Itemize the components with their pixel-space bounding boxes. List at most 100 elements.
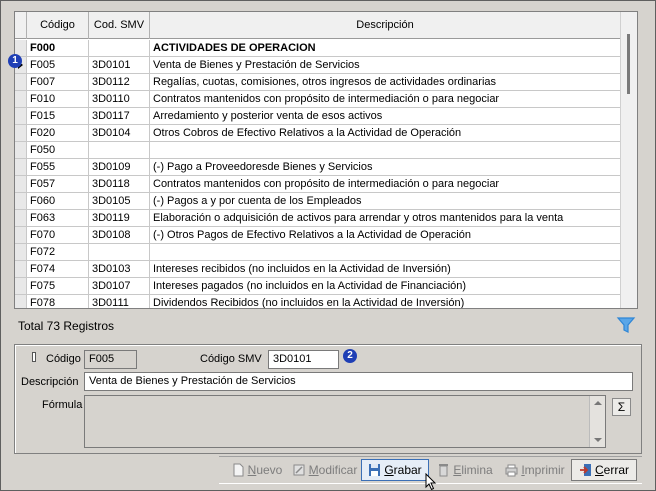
table-row[interactable]: F010 3D0110 Contratos mantenidos con propó… (15, 91, 621, 108)
filter-icon[interactable] (616, 316, 636, 334)
cell-codigo: F005 (27, 57, 89, 73)
cell-codigo: F060 (27, 193, 89, 209)
cell-codigo: F007 (27, 74, 89, 90)
nuevo-button[interactable]: Nuevo (227, 459, 287, 481)
grid-scrollbar[interactable] (620, 12, 637, 308)
cell-codigo: F078 (27, 295, 89, 308)
row-indicator (15, 193, 27, 209)
cell-cod-smv: 3D0109 (89, 159, 150, 175)
table-row[interactable]: F005 3D0101 Venta de Bienes y Prestación d… (15, 57, 621, 74)
cell-descripcion: (-) Otros Pagos de Efectivo Relativos a … (150, 227, 621, 243)
cell-descripcion: Intereses pagados (no incluidos en la Ac… (150, 278, 621, 294)
row-indicator (15, 278, 27, 294)
scroll-up-icon[interactable] (594, 401, 602, 405)
row-indicator (15, 244, 27, 260)
cell-descripcion: Intereses recibidos (no incluidos en la … (150, 261, 621, 277)
edit-icon (293, 464, 305, 476)
cell-cod-smv: 3D0112 (89, 74, 150, 90)
cell-descripcion: Regalías, cuotas, comisiones, otros ingr… (150, 74, 621, 90)
row-indicator (15, 125, 27, 141)
grid-body: F000 ACTIVIDADES DE OPERACION F005 3D0101 Ve… (15, 40, 621, 308)
cell-codigo: F063 (27, 210, 89, 226)
column-header-descripcion[interactable]: Descripción (150, 12, 621, 39)
grid-header: Código Cod. SMV Descripción (15, 12, 621, 39)
cell-cod-smv (89, 142, 150, 158)
table-row[interactable]: F055 3D0109 (-) Pago a Proveedoresde Biene… (15, 159, 621, 176)
modificar-button[interactable]: Modificar (291, 459, 359, 481)
cell-codigo: F020 (27, 125, 89, 141)
table-row[interactable]: F063 3D0119 Elaboración o adquisición de a… (15, 210, 621, 227)
grid-scroll-thumb[interactable] (627, 34, 630, 94)
cell-cod-smv (89, 244, 150, 260)
cell-codigo: F070 (27, 227, 89, 243)
cell-descripcion (150, 244, 621, 260)
cell-descripcion: Venta de Bienes y Prestación de Servicio… (150, 57, 621, 73)
row-indicator (15, 295, 27, 308)
table-row[interactable]: F078 3D0111 Dividendos Recibidos (no inclu… (15, 295, 621, 308)
table-row[interactable]: F020 3D0104 Otros Cobros de Efectivo Relat… (15, 125, 621, 142)
step-badge-2: 2 (343, 349, 357, 363)
scroll-down-icon[interactable] (594, 438, 602, 442)
row-indicator (15, 210, 27, 226)
descripcion-field[interactable]: Venta de Bienes y Prestación de Servicio… (84, 372, 633, 391)
column-header-codigo[interactable]: Código (27, 12, 89, 39)
table-row[interactable]: F057 3D0118 Contratos mantenidos con propó… (15, 176, 621, 193)
cell-codigo: F075 (27, 278, 89, 294)
codigo-field[interactable]: F005 (84, 350, 137, 369)
imprimir-button[interactable]: Imprimir (503, 459, 567, 481)
table-row[interactable]: F007 3D0112 Regalías, cuotas, comisiones, … (15, 74, 621, 91)
codigo-smv-field[interactable]: 3D0101 (268, 350, 339, 369)
cell-descripcion: (-) Pagos a y por cuenta de los Empleado… (150, 193, 621, 209)
grabar-button[interactable]: Grabar (361, 459, 429, 481)
cell-cod-smv: 3D0119 (89, 210, 150, 226)
table-row[interactable]: F070 3D0108 (-) Otros Pagos de Efectivo Re… (15, 227, 621, 244)
table-row[interactable]: F060 3D0105 (-) Pagos a y por cuenta de lo… (15, 193, 621, 210)
table-row[interactable]: F074 3D0103 Intereses recibidos (no inclui… (15, 261, 621, 278)
cell-cod-smv: 3D0111 (89, 295, 150, 308)
row-indicator (15, 142, 27, 158)
formula-scrollbar[interactable] (589, 396, 605, 447)
step-badge-1: 1 (8, 54, 22, 68)
window: Código Cod. SMV Descripción F000 ACTIVIDA… (0, 0, 656, 491)
cerrar-button[interactable]: Cerrar (571, 459, 637, 481)
row-indicator (15, 108, 27, 124)
cell-codigo: F074 (27, 261, 89, 277)
table-row[interactable]: F000 ACTIVIDADES DE OPERACION (15, 40, 621, 57)
cell-codigo: F055 (27, 159, 89, 175)
save-disk-icon (369, 464, 381, 476)
cell-cod-smv: 3D0104 (89, 125, 150, 141)
table-row[interactable]: F072 (15, 244, 621, 261)
cell-codigo: F050 (27, 142, 89, 158)
cell-descripcion: (-) Pago a Proveedoresde Bienes y Servic… (150, 159, 621, 175)
elimina-button[interactable]: Elimina (433, 459, 497, 481)
cell-codigo: F010 (27, 91, 89, 107)
column-header-cod-smv[interactable]: Cod. SMV (89, 12, 150, 39)
table-row[interactable]: F050 (15, 142, 621, 159)
new-document-icon (233, 463, 244, 477)
table-row[interactable]: F075 3D0107 Intereses pagados (no incluido… (15, 278, 621, 295)
row-indicator (15, 159, 27, 175)
cell-cod-smv: 3D0103 (89, 261, 150, 277)
accounts-grid[interactable]: Código Cod. SMV Descripción F000 ACTIVIDA… (14, 11, 638, 309)
mouse-cursor-icon (425, 473, 437, 491)
cell-descripcion: Contratos mantenidos con propósito de in… (150, 176, 621, 192)
cell-cod-smv: 3D0101 (89, 57, 150, 73)
delete-icon (439, 464, 449, 477)
formula-textarea[interactable] (84, 395, 606, 448)
cell-cod-smv: 3D0110 (89, 91, 150, 107)
descripcion-label: Descripción (21, 376, 79, 388)
codigo-label: Código (46, 353, 81, 365)
cell-descripcion: Contratos mantenidos con propósito de in… (150, 91, 621, 107)
table-row[interactable]: F015 3D0117 Arredamiento y posterior venta… (15, 108, 621, 125)
cell-descripcion: Arredamiento y posterior venta de esos a… (150, 108, 621, 124)
printer-icon (505, 464, 518, 477)
record-marker-icon (32, 352, 36, 362)
codigo-smv-label: Código SMV (200, 353, 262, 365)
cell-codigo: F015 (27, 108, 89, 124)
formula-sigma-button[interactable]: Σ (612, 398, 631, 416)
total-records: Total 73 Registros (18, 319, 115, 333)
cell-cod-smv: 3D0108 (89, 227, 150, 243)
row-indicator (15, 91, 27, 107)
cell-codigo: F000 (27, 40, 89, 56)
cell-descripcion (150, 142, 621, 158)
